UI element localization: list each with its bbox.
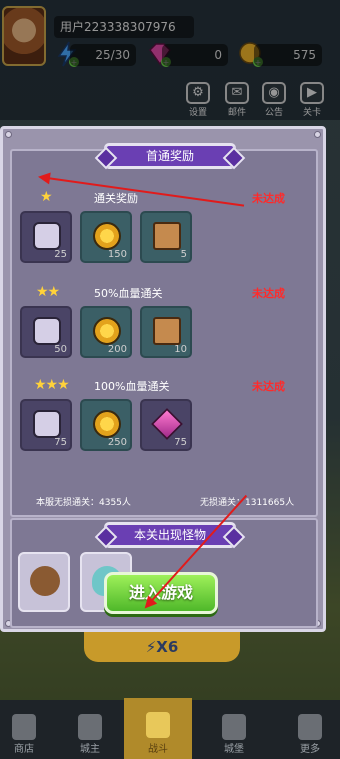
reward-item-gem[interactable]: 75: [140, 399, 192, 451]
nav-label: 更多: [300, 744, 320, 755]
tier-status: 未达成: [252, 380, 285, 393]
lord-icon: [78, 714, 102, 740]
enter-game-button[interactable]: 进入游戏: [104, 572, 218, 614]
more-icon: [298, 714, 322, 740]
global-clear-stat: 无损通关：1311665人: [200, 498, 295, 508]
shop-icon: [12, 714, 36, 740]
coin-icon: [93, 317, 121, 345]
reward-item-coin[interactable]: 150: [80, 211, 132, 263]
item-qty: 150: [107, 249, 127, 260]
star-icon: ★★★: [34, 377, 70, 393]
item-qty: 10: [174, 344, 187, 355]
tier-title: 通关奖励: [94, 192, 138, 205]
bolt-decor: [5, 131, 12, 138]
item-qty: 250: [107, 437, 127, 448]
nav-label: 城堡: [224, 744, 244, 755]
item-qty: 75: [174, 437, 187, 448]
nav-label: 城主: [80, 744, 100, 755]
item-qty: 25: [54, 249, 67, 260]
swords-icon: [146, 712, 170, 738]
coin-icon: [93, 410, 121, 438]
nav-label: 商店: [14, 744, 34, 755]
arrow-head: [37, 170, 51, 185]
item-qty: 200: [107, 344, 127, 355]
reward-item-puzzle[interactable]: 50: [20, 306, 72, 358]
castle-icon: [222, 714, 246, 740]
multiplier-button[interactable]: ⚡X6: [84, 632, 240, 662]
monster-portrait: [30, 566, 60, 596]
item-qty: 5: [180, 249, 187, 260]
bolt-decor: [314, 131, 321, 138]
nav-label: 战斗: [148, 744, 168, 755]
tier-status: 未达成: [252, 287, 285, 300]
rewards-title: 首通奖励: [104, 143, 236, 169]
reward-item-coin[interactable]: 250: [80, 399, 132, 451]
nav-lord[interactable]: 城主: [56, 700, 124, 759]
tier-title: 100%血量通关: [94, 380, 170, 393]
reward-item-puzzle[interactable]: 75: [20, 399, 72, 451]
monster-card[interactable]: [18, 552, 70, 612]
nav-shop[interactable]: 商店: [0, 700, 58, 759]
reward-item-puzzle[interactable]: 25: [20, 211, 72, 263]
reward-item-scroll[interactable]: 10: [140, 306, 192, 358]
nav-more[interactable]: 更多: [276, 700, 340, 759]
stage-reward-modal: 首通奖励 ★ 通关奖励 未达成 25 150 5 ★★ 50%血量通关 未达成: [0, 126, 326, 632]
nav-castle[interactable]: 城堡: [200, 700, 268, 759]
bottom-nav: 商店 城主 战斗 城堡 更多: [0, 698, 340, 759]
reward-item-scroll[interactable]: 5: [140, 211, 192, 263]
item-qty: 50: [54, 344, 67, 355]
puzzle-icon: [33, 317, 61, 345]
item-qty: 75: [54, 437, 67, 448]
puzzle-icon: [33, 410, 61, 438]
star-icon: ★★: [36, 284, 60, 300]
reward-item-coin[interactable]: 200: [80, 306, 132, 358]
server-clear-stat: 本服无损通关：4355人: [36, 498, 131, 508]
tier-status: 未达成: [252, 192, 285, 205]
star-icon: ★: [40, 189, 53, 205]
multiplier-label: X6: [156, 638, 179, 656]
scroll-icon: [153, 222, 181, 250]
scroll-icon: [153, 317, 181, 345]
nav-battle[interactable]: 战斗: [124, 698, 192, 759]
coin-icon: [93, 222, 121, 250]
gem-icon: [151, 408, 183, 440]
rewards-panel: 首通奖励 ★ 通关奖励 未达成 25 150 5 ★★ 50%血量通关 未达成: [10, 143, 318, 517]
puzzle-icon: [33, 222, 61, 250]
tier-title: 50%血量通关: [94, 287, 163, 300]
